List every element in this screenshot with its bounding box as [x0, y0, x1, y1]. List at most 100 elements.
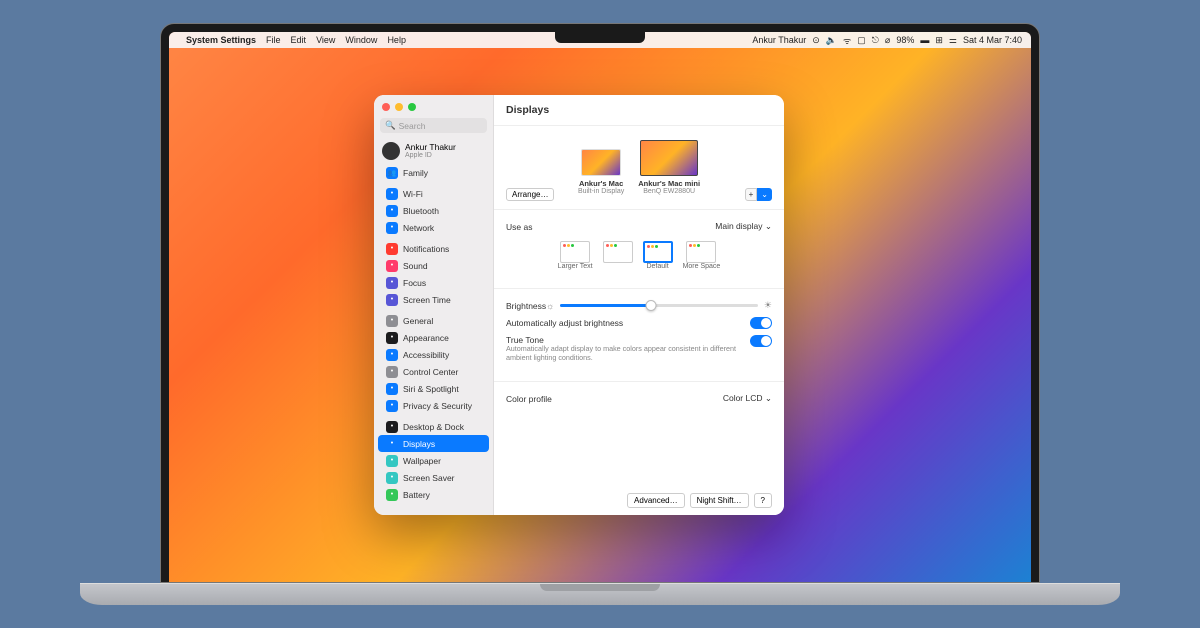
sidebar-item-wallpaper[interactable]: • Wallpaper — [378, 452, 489, 469]
sidebar-icon: • — [386, 421, 398, 433]
help-button[interactable]: ? — [754, 493, 772, 508]
screen-record-icon[interactable]: ⊙ — [812, 35, 820, 46]
app-name[interactable]: System Settings — [186, 35, 256, 45]
sidebar-item-label: Screen Time — [403, 295, 451, 305]
sidebar-item-battery[interactable]: •Battery — [378, 486, 489, 503]
sidebar-item-label: Desktop & Dock — [403, 422, 464, 432]
sidebar-icon: • — [386, 366, 398, 378]
menubar-user[interactable]: Ankur Thakur — [752, 35, 806, 45]
settings-sidebar: 🔍 Search Ankur Thakur Apple ID 👥 Family — [374, 95, 494, 515]
arrange-button[interactable]: Arrange… — [506, 188, 554, 201]
display-builtin[interactable]: Ankur's Mac Built-in Display — [578, 149, 624, 195]
desktop-screen: System Settings File Edit View Window He… — [169, 32, 1031, 582]
sidebar-item-label: Displays — [403, 439, 435, 449]
menu-window[interactable]: Window — [345, 35, 377, 45]
use-as-label: Use as — [506, 222, 532, 232]
brightness-slider[interactable] — [560, 304, 758, 307]
resolution-more-space[interactable]: More Space — [683, 241, 721, 270]
sidebar-icon: • — [386, 243, 398, 255]
sidebar-item-label: Family — [403, 168, 428, 178]
close-button[interactable] — [382, 103, 390, 111]
resolution-default[interactable]: Default — [643, 241, 673, 270]
sidebar-icon: • — [386, 332, 398, 344]
sidebar-icon: • — [386, 400, 398, 412]
use-as-select[interactable]: Main display ⌄ — [715, 221, 772, 232]
control-center-icon[interactable]: ⚌ — [949, 35, 957, 46]
resolution-option-2[interactable] — [603, 241, 633, 270]
advanced-button[interactable]: Advanced… — [627, 493, 685, 508]
sidebar-icon: • — [386, 455, 398, 467]
display-sub: Built-in Display — [578, 188, 624, 195]
resolution-options: Larger Text Default More Space — [506, 235, 772, 272]
sidebar-item-sound[interactable]: • Sound — [378, 257, 489, 274]
sidebar-item-label: General — [403, 316, 433, 326]
profile-sub: Apple ID — [405, 152, 456, 159]
sidebar-item-displays[interactable]: • Displays — [378, 435, 489, 452]
volume-icon[interactable]: 🔈 — [826, 35, 837, 46]
settings-main: Displays Arrange… Ankur's Mac Built-in D… — [494, 95, 784, 515]
sidebar-item-notifications[interactable]: • Notifications — [378, 240, 489, 257]
profile-name: Ankur Thakur — [405, 143, 456, 152]
sidebar-item-label: Bluetooth — [403, 206, 439, 216]
battery-icon[interactable]: ▬ — [920, 35, 929, 45]
sidebar-icon: • — [386, 188, 398, 200]
sidebar-profile[interactable]: Ankur Thakur Apple ID — [374, 138, 493, 164]
sidebar-item-desktop-dock[interactable]: • Desktop & Dock — [378, 418, 489, 435]
screen-mirror-icon[interactable]: ▢ — [857, 35, 866, 46]
sidebar-icon: • — [386, 260, 398, 272]
sidebar-item-family[interactable]: 👥 Family — [378, 164, 489, 181]
add-display-button[interactable]: + ⌄ — [745, 188, 772, 201]
search-input[interactable]: 🔍 Search — [380, 118, 487, 133]
search-placeholder: Search — [399, 121, 426, 131]
display-external[interactable]: Ankur's Mac mini BenQ EW2880U — [638, 140, 700, 195]
sidebar-item-accessibility[interactable]: •Accessibility — [378, 346, 489, 363]
window-controls — [374, 95, 493, 115]
sidebar-item-wi-fi[interactable]: •Wi-Fi — [378, 185, 489, 202]
sidebar-item-network[interactable]: •Network — [378, 219, 489, 236]
family-icon: 👥 — [386, 167, 398, 179]
sidebar-item-appearance[interactable]: •Appearance — [378, 329, 489, 346]
sidebar-item-label: Screen Saver — [403, 473, 455, 483]
truetone-toggle[interactable] — [750, 335, 772, 347]
sidebar-item-label: Wallpaper — [403, 456, 441, 466]
night-shift-button[interactable]: Night Shift… — [690, 493, 749, 508]
sidebar-icon: • — [386, 383, 398, 395]
zoom-button[interactable] — [408, 103, 416, 111]
sidebar-icon: • — [386, 315, 398, 327]
chevron-down-icon: ⌄ — [757, 188, 772, 201]
stage-manager-icon[interactable]: ⊞ — [935, 35, 943, 46]
minimize-button[interactable] — [395, 103, 403, 111]
laptop-base — [80, 583, 1120, 605]
brightness-low-icon: ☼ — [546, 301, 554, 311]
sidebar-item-bluetooth[interactable]: •Bluetooth — [378, 202, 489, 219]
system-settings-window: 🔍 Search Ankur Thakur Apple ID 👥 Family — [374, 95, 784, 515]
wifi-icon[interactable]: ᯤ — [843, 34, 851, 47]
sidebar-item-siri-spotlight[interactable]: •Siri & Spotlight — [378, 380, 489, 397]
sidebar-item-label: Notifications — [403, 244, 449, 254]
display-name: Ankur's Mac mini — [638, 179, 700, 188]
sidebar-icon: • — [386, 438, 398, 450]
sidebar-item-focus[interactable]: •Focus — [378, 274, 489, 291]
sidebar-item-general[interactable]: • General — [378, 312, 489, 329]
sidebar-item-control-center[interactable]: • Control Center — [378, 363, 489, 380]
bluetooth-icon[interactable]: ⎋ — [872, 35, 879, 46]
sidebar-item-label: Sound — [403, 261, 428, 271]
sidebar-item-screen-time[interactable]: •Screen Time — [378, 291, 489, 308]
truetone-desc: Automatically adapt display to make colo… — [506, 345, 750, 362]
menubar-datetime[interactable]: Sat 4 Mar 7:40 — [963, 35, 1022, 45]
auto-brightness-toggle[interactable] — [750, 317, 772, 329]
menu-edit[interactable]: Edit — [291, 35, 307, 45]
sidebar-icon: • — [386, 277, 398, 289]
menu-help[interactable]: Help — [387, 35, 406, 45]
sidebar-item-privacy-security[interactable]: •Privacy & Security — [378, 397, 489, 414]
shortcuts-icon[interactable]: ⌀ — [885, 35, 890, 46]
brightness-label: Brightness — [506, 301, 546, 311]
menu-view[interactable]: View — [316, 35, 335, 45]
sidebar-item-screen-saver[interactable]: •Screen Saver — [378, 469, 489, 486]
color-profile-select[interactable]: Color LCD ⌄ — [723, 393, 772, 404]
sidebar-item-label: Control Center — [403, 367, 458, 377]
resolution-larger-text[interactable]: Larger Text — [558, 241, 593, 270]
display-name: Ankur's Mac — [579, 179, 623, 188]
menu-file[interactable]: File — [266, 35, 281, 45]
battery-percent[interactable]: 98% — [896, 35, 914, 45]
